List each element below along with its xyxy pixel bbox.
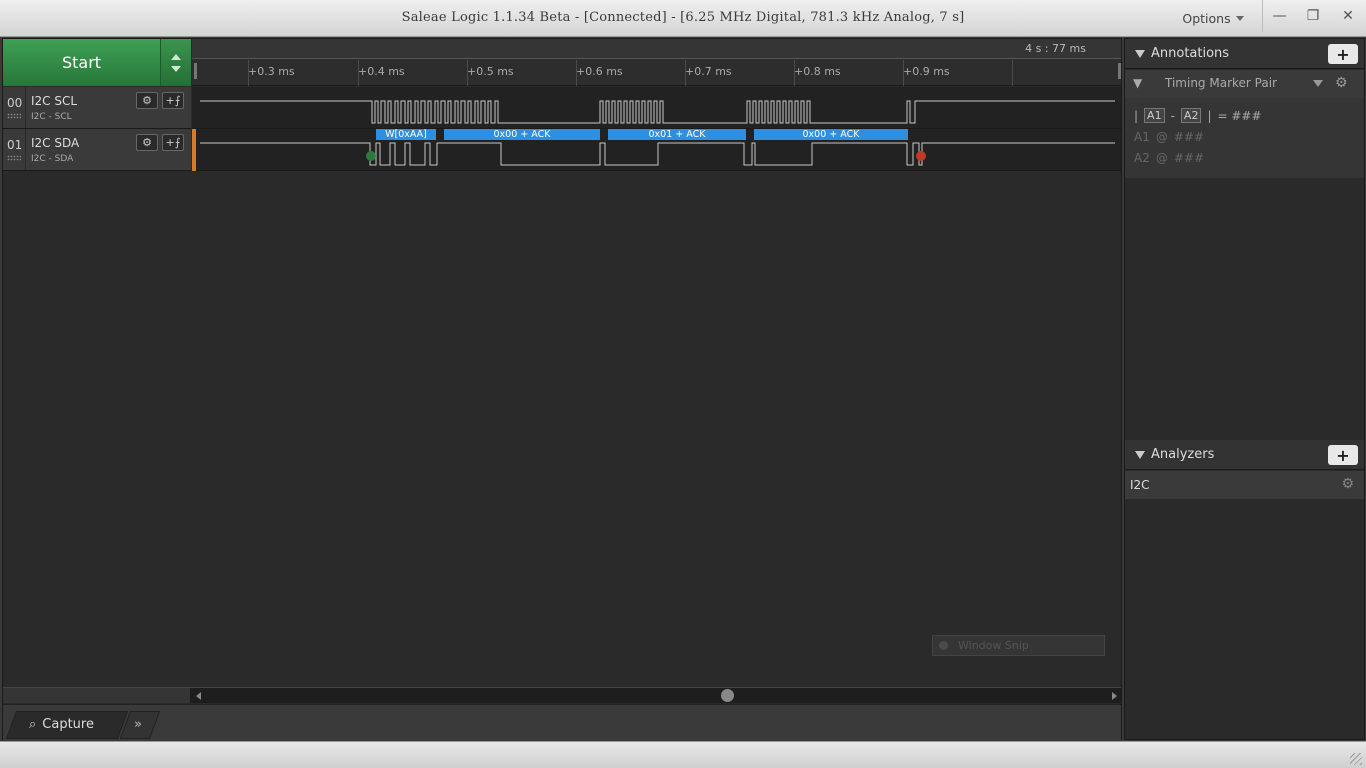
decoded-frame[interactable]: 0x00 + ACK: [444, 129, 600, 140]
time-readout: 4 s : 77 ms: [1025, 42, 1086, 55]
add-analyzer-button[interactable]: +: [1328, 445, 1358, 465]
collapse-triangle-icon[interactable]: [1135, 451, 1145, 459]
tick-label: +0.8 ms: [794, 65, 841, 78]
a1-name: A1: [1134, 130, 1150, 144]
arrow-down-icon: [171, 65, 181, 72]
status-bar: [0, 741, 1366, 768]
double-chevron-icon[interactable]: »: [134, 717, 142, 732]
annotation-a1-line: A1 @ ###: [1134, 130, 1204, 144]
decoded-frame[interactable]: 0x00 + ACK: [754, 129, 908, 140]
tick-label: +0.4 ms: [358, 65, 405, 78]
start-options-button[interactable]: [161, 39, 191, 86]
drag-handle-icon[interactable]: [7, 155, 21, 161]
ruler-tick: [1012, 60, 1013, 86]
chevron-down-icon[interactable]: [1313, 80, 1323, 87]
a2-name: A2: [1134, 151, 1150, 165]
ruler-header: 4 s : 77 ms: [192, 39, 1121, 59]
timing-marker-label: Timing Marker Pair: [1165, 76, 1277, 90]
separator: |: [1207, 108, 1212, 123]
annotation-a2-line: A2 @ ###: [1134, 151, 1204, 165]
minimize-button[interactable]: —: [1262, 0, 1296, 32]
annotation-diff-line: | A1 - A2 | = ###: [1134, 108, 1262, 123]
tick-label: +0.5 ms: [467, 65, 514, 78]
stop-condition-marker: [916, 151, 926, 161]
tick-label: +0.3 ms: [248, 65, 295, 78]
channel-subtitle: I2C - SCL: [31, 112, 72, 122]
chevron-down-icon: [1235, 15, 1244, 21]
tick-label: +0.9 ms: [903, 65, 950, 78]
tick-label: +0.6 ms: [576, 65, 623, 78]
annotations-header[interactable]: Annotations +: [1125, 39, 1364, 69]
channel-number: 01: [7, 138, 23, 152]
tick-label: +0.7 ms: [685, 65, 732, 78]
pin-icon: ▼: [1133, 76, 1143, 90]
analyzer-label: I2C: [1130, 478, 1150, 492]
scroll-thumb[interactable]: [721, 689, 734, 702]
gear-icon[interactable]: ⚙: [1341, 476, 1354, 492]
channel-row-sda[interactable]: 01 I2C SDA I2C - SDA ⚙ +⨍: [3, 129, 191, 171]
arrow-up-icon: [171, 53, 181, 60]
channel-number: 00: [7, 96, 23, 110]
gear-icon[interactable]: ⚙: [1335, 75, 1348, 91]
channel-name[interactable]: I2C SDA: [31, 136, 79, 150]
window-title: Saleae Logic 1.1.34 Beta - [Connected] -…: [401, 10, 965, 25]
annotations-title: Annotations: [1151, 46, 1230, 61]
channel-row-scl[interactable]: 00 I2C SCL I2C - SCL ⚙ +⨍: [3, 87, 191, 129]
trigger-icon[interactable]: +⨍: [162, 92, 184, 109]
separator: -: [1170, 108, 1175, 123]
trigger-icon[interactable]: +⨍: [162, 134, 184, 151]
trigger-marker: [192, 129, 196, 171]
a2-value: ###: [1173, 151, 1205, 165]
scroll-left-icon[interactable]: [196, 692, 201, 700]
add-annotation-button[interactable]: +: [1328, 44, 1358, 64]
analyzers-header[interactable]: Analyzers +: [1125, 440, 1364, 470]
diff-value: = ###: [1217, 108, 1262, 123]
gear-icon[interactable]: ⚙: [136, 92, 158, 109]
timing-marker-row[interactable]: ▼ Timing Marker Pair ⚙: [1125, 70, 1364, 98]
scroll-right-icon[interactable]: [1112, 692, 1117, 700]
decoded-frame[interactable]: W[0xAA]: [376, 129, 436, 140]
time-ruler[interactable]: 4 s : 77 ms +0.3 ms +0.4 ms +0.5 ms +0.6…: [192, 39, 1121, 86]
capture-area: Start 4 s : 77 ms +0.3 ms +0.4 ms +0.5 m…: [2, 38, 1122, 740]
a1-value: ###: [1173, 130, 1205, 144]
ruler-right-edge[interactable]: [1118, 63, 1121, 79]
resize-grip-icon[interactable]: [1350, 753, 1362, 765]
side-panel: Annotations + ▼ Timing Marker Pair ⚙ | A…: [1124, 38, 1365, 740]
separator: |: [1134, 108, 1139, 123]
scrollbar-spacer: [3, 687, 190, 703]
options-menu[interactable]: Options: [1178, 8, 1248, 28]
close-button[interactable]: ✕: [1330, 0, 1366, 32]
gear-icon[interactable]: ⚙: [136, 134, 158, 151]
start-button[interactable]: Start: [3, 39, 161, 86]
marker-a1-badge[interactable]: A1: [1144, 108, 1165, 123]
search-icon: ⌕: [29, 717, 37, 732]
window-snip-label: Window Snip: [958, 639, 1029, 652]
analyzer-item[interactable]: I2C ⚙: [1125, 471, 1364, 499]
title-bar: Saleae Logic 1.1.34 Beta - [Connected] -…: [0, 0, 1366, 37]
tab-capture-content[interactable]: ⌕ Capture: [29, 717, 94, 732]
tab-capture-label: Capture: [42, 717, 94, 732]
horizontal-scrollbar[interactable]: [190, 687, 1121, 703]
drag-handle-icon[interactable]: [7, 113, 21, 119]
collapse-triangle-icon[interactable]: [1135, 50, 1145, 58]
start-condition-marker: [366, 151, 376, 161]
analyzers-title: Analyzers: [1151, 447, 1215, 462]
window-snip-button[interactable]: Window Snip: [932, 635, 1105, 656]
options-label: Options: [1182, 10, 1231, 26]
divider: [25, 129, 26, 170]
a1-at: @: [1155, 130, 1168, 144]
bottom-tab-bar: ⌕ Capture »: [3, 704, 1121, 740]
camera-icon: [939, 641, 948, 650]
ruler-left-edge[interactable]: [194, 63, 197, 79]
decoded-frame[interactable]: 0x01 + ACK: [608, 129, 746, 140]
channel-subtitle: I2C - SDA: [31, 154, 74, 164]
annotation-body: | A1 - A2 | = ### A1 @ ### A2 @ ###: [1125, 98, 1364, 178]
marker-a2-badge[interactable]: A2: [1180, 108, 1202, 123]
a2-at: @: [1155, 151, 1168, 165]
divider: [25, 87, 26, 128]
maximize-button[interactable]: ❐: [1296, 0, 1330, 32]
channel-name[interactable]: I2C SCL: [31, 94, 77, 108]
